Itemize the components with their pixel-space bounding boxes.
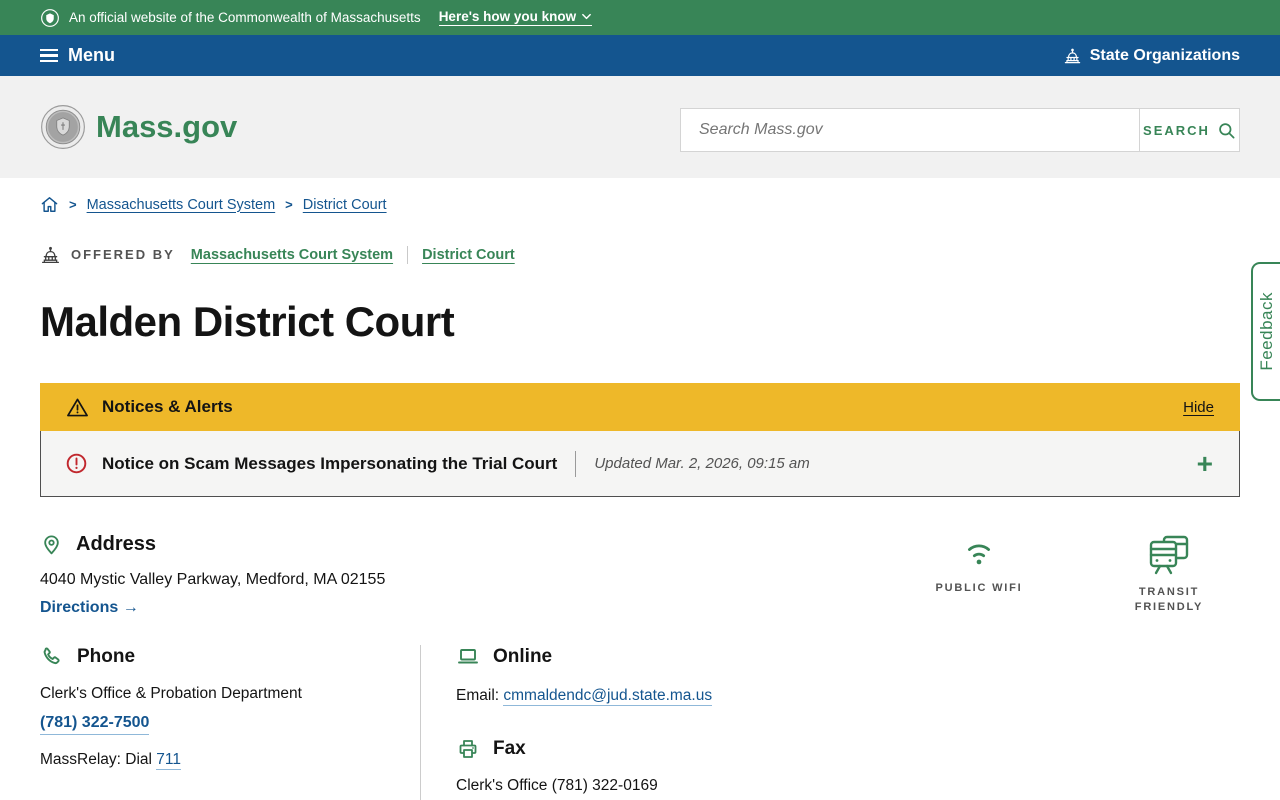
massgov-seal-icon bbox=[40, 104, 86, 150]
page-content: > Massachusetts Court System > District … bbox=[0, 195, 1280, 800]
fax-heading: Fax bbox=[456, 737, 840, 761]
massrelay-711-link[interactable]: 711 bbox=[156, 751, 181, 770]
phone-description: Clerk's Office & Probation Department bbox=[40, 685, 420, 703]
how-you-know-toggle[interactable]: Here's how you know bbox=[439, 9, 593, 26]
phone-heading-label: Phone bbox=[77, 646, 135, 668]
site-header: Mass.gov SEARCH bbox=[0, 76, 1280, 178]
menu-button[interactable]: Menu bbox=[40, 45, 115, 66]
chevron-down-icon bbox=[581, 11, 592, 22]
breadcrumb-link-court-system[interactable]: Massachusetts Court System bbox=[87, 197, 276, 213]
massrelay-line: MassRelay: Dial 711 bbox=[40, 751, 420, 769]
breadcrumb: > Massachusetts Court System > District … bbox=[40, 195, 1240, 214]
state-seal-icon bbox=[40, 8, 60, 28]
breadcrumb-link-district-court[interactable]: District Court bbox=[303, 197, 387, 213]
massgov-logo[interactable]: Mass.gov bbox=[40, 104, 237, 150]
massgov-logo-text: Mass.gov bbox=[96, 109, 237, 145]
offered-by-label: OFFERED BY bbox=[71, 247, 175, 262]
email-prefix: Email: bbox=[456, 687, 503, 704]
expand-notice-button[interactable]: + bbox=[1195, 450, 1215, 478]
address-heading-label: Address bbox=[76, 533, 156, 556]
directions-link[interactable]: Directions → bbox=[40, 599, 139, 617]
transit-icon bbox=[1147, 535, 1191, 575]
warning-icon bbox=[66, 396, 89, 419]
capitol-icon bbox=[40, 244, 61, 265]
offered-by-link-district-court[interactable]: District Court bbox=[422, 247, 515, 263]
home-icon[interactable] bbox=[40, 195, 59, 214]
state-organizations-label: State Organizations bbox=[1090, 47, 1240, 65]
plus-icon: + bbox=[1197, 448, 1213, 479]
breadcrumb-separator: > bbox=[69, 197, 77, 212]
email-line: Email: cmmaldendc@jud.state.ma.us bbox=[456, 687, 840, 705]
search-icon bbox=[1217, 121, 1236, 140]
notice-title-link[interactable]: Notice on Scam Messages Impersonating th… bbox=[102, 454, 557, 474]
wifi-icon bbox=[957, 535, 1001, 571]
online-heading: Online bbox=[456, 645, 840, 669]
feedback-label: Feedback bbox=[1257, 292, 1277, 371]
phone-heading: Phone bbox=[40, 645, 420, 669]
capitol-icon bbox=[1063, 46, 1082, 65]
notice-row: Notice on Scam Messages Impersonating th… bbox=[40, 431, 1240, 497]
search-input[interactable] bbox=[681, 109, 1139, 151]
location-pin-icon bbox=[40, 533, 63, 556]
divider bbox=[575, 451, 576, 477]
fax-heading-label: Fax bbox=[493, 738, 526, 760]
hide-alerts-link[interactable]: Hide bbox=[1183, 399, 1214, 416]
notice-updated-timestamp: Updated Mar. 2, 2026, 09:15 am bbox=[594, 455, 809, 472]
search-bar: SEARCH bbox=[680, 108, 1240, 152]
email-link[interactable]: cmmaldendc@jud.state.ma.us bbox=[503, 687, 712, 706]
offered-by-link-court-system[interactable]: Massachusetts Court System bbox=[191, 247, 393, 263]
fax-line: Clerk's Office (781) 322-0169 bbox=[456, 777, 840, 795]
breadcrumb-separator: > bbox=[285, 197, 293, 212]
fax-icon bbox=[456, 737, 480, 761]
official-banner: An official website of the Commonwealth … bbox=[0, 0, 1280, 35]
phone-icon bbox=[40, 645, 64, 669]
online-heading-label: Online bbox=[493, 646, 552, 668]
online-section: Online Email: cmmaldendc@jud.state.ma.us… bbox=[420, 645, 840, 800]
phone-number-link[interactable]: (781) 322-7500 bbox=[40, 714, 149, 735]
amenity-transit-friendly: TRANSIT FRIENDLY bbox=[1114, 535, 1224, 615]
massrelay-prefix: MassRelay: Dial bbox=[40, 751, 156, 768]
amenities: PUBLIC WIFI TRANSIT FRIENDLY bbox=[924, 535, 1224, 615]
notices-alerts-banner: Notices & Alerts Hide bbox=[40, 383, 1240, 431]
offered-by-row: OFFERED BY Massachusetts Court System Di… bbox=[40, 244, 1240, 265]
notices-alerts-title: Notices & Alerts bbox=[102, 397, 233, 417]
divider bbox=[407, 246, 408, 264]
state-organizations-button[interactable]: State Organizations bbox=[1063, 46, 1240, 65]
official-banner-text: An official website of the Commonwealth … bbox=[69, 10, 421, 25]
page-title: Malden District Court bbox=[40, 298, 1240, 346]
laptop-icon bbox=[456, 645, 480, 669]
amenity-label: TRANSIT FRIENDLY bbox=[1114, 585, 1224, 615]
feedback-tab[interactable]: Feedback bbox=[1251, 262, 1280, 401]
hamburger-icon bbox=[40, 49, 58, 63]
alert-circle-icon bbox=[65, 452, 88, 475]
menu-label: Menu bbox=[68, 45, 115, 66]
search-button-label: SEARCH bbox=[1143, 123, 1210, 138]
main-nav-bar: Menu State Organizations bbox=[0, 35, 1280, 76]
contact-row: Phone Clerk's Office & Probation Departm… bbox=[40, 645, 1240, 800]
phone-section: Phone Clerk's Office & Probation Departm… bbox=[40, 645, 420, 769]
amenity-public-wifi: PUBLIC WIFI bbox=[924, 535, 1034, 615]
amenity-label: PUBLIC WIFI bbox=[935, 581, 1022, 596]
search-button[interactable]: SEARCH bbox=[1139, 109, 1239, 151]
